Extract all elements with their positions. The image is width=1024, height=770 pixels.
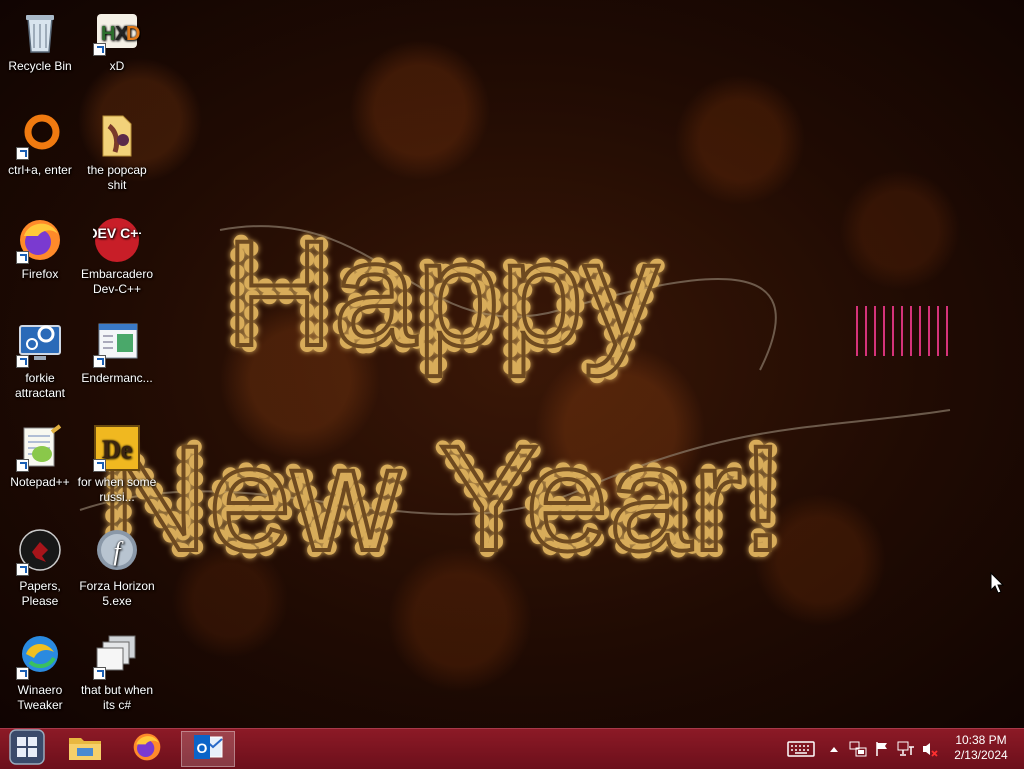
desktop-icon-xd[interactable]: HXD xD — [77, 8, 157, 74]
recycle-bin-icon — [16, 8, 64, 56]
icon-label: forkie attractant — [14, 371, 66, 400]
ring-icon — [16, 112, 64, 160]
icon-label: Forza Horizon 5.exe — [79, 579, 155, 608]
icon-label: Endermanc... — [81, 371, 153, 385]
icon-label: Firefox — [21, 267, 59, 281]
clock-time: 10:38 PM — [955, 733, 1007, 747]
folder-icon — [93, 112, 141, 160]
firefox-taskbar-button[interactable] — [120, 731, 174, 767]
desktop-icon-de-app[interactable]: De for when some russi... — [77, 424, 157, 505]
speaker-muted-icon[interactable] — [920, 739, 940, 759]
icon-label: Winaero Tweaker — [17, 683, 63, 712]
shortcut-arrow-icon — [16, 667, 29, 680]
notepad-plus-plus-icon — [16, 424, 64, 472]
shortcut-arrow-icon — [93, 459, 106, 472]
svg-text:H: H — [101, 23, 115, 45]
icon-label: Papers, Please — [19, 579, 61, 608]
papers-please-icon — [16, 528, 64, 576]
shortcut-arrow-icon — [93, 43, 106, 56]
chevron-up-icon[interactable] — [824, 739, 844, 759]
wallpaper-new-year-tube: New Year! — [100, 414, 784, 580]
desktop-icon-that-but-csharp[interactable]: that but when its c# — [77, 632, 157, 713]
settings-monitor-icon — [16, 320, 64, 368]
file-explorer-icon — [67, 732, 103, 767]
shortcut-arrow-icon — [16, 563, 29, 576]
desktop-icon-ctrl-a-enter[interactable]: ctrl+a, enter — [0, 112, 80, 178]
icon-label: the popcap shit — [87, 163, 147, 192]
keyboard-icon[interactable] — [786, 739, 816, 759]
shortcut-arrow-icon — [93, 667, 106, 680]
icon-label: Recycle Bin — [8, 59, 72, 73]
winaero-icon — [16, 632, 64, 680]
icon-label: ctrl+a, enter — [8, 163, 72, 177]
desktop-icon-notepad-plus-plus[interactable]: Notepad++ — [0, 424, 80, 490]
shortcut-arrow-icon — [16, 355, 29, 368]
svg-text:O: O — [197, 740, 208, 756]
firefox-icon — [16, 216, 64, 264]
start-button[interactable] — [0, 728, 54, 770]
shortcut-arrow-icon — [16, 251, 29, 264]
wallpaper-happy-tube: Happy — [225, 209, 659, 377]
clock[interactable]: 10:38 PM 2/13/2024 — [944, 733, 1018, 763]
svg-text:D: D — [126, 23, 140, 45]
desktop[interactable]: Happy Happy New Year! New Year! Recycle … — [0, 0, 1024, 728]
desktop-icon-popcap-folder[interactable]: the popcap shit — [77, 112, 157, 193]
window-app-icon — [93, 320, 141, 368]
svg-text:DEV C++: DEV C++ — [93, 225, 141, 241]
de-app-icon: De — [93, 424, 141, 472]
icon-label: Notepad++ — [10, 475, 70, 489]
flash-icon: f — [93, 528, 141, 576]
desktop-icon-firefox[interactable]: Firefox — [0, 216, 80, 282]
file-explorer-button[interactable] — [58, 731, 112, 767]
hxd-icon: HXD — [93, 8, 141, 56]
icon-label: xD — [109, 59, 125, 73]
desktop-icon-devcpp[interactable]: DEV C++ Embarcadero Dev-C++ — [77, 216, 157, 297]
firefox-icon — [131, 731, 163, 768]
svg-text:De: De — [102, 435, 132, 464]
ethernet-icon[interactable] — [896, 739, 916, 759]
desktop-icon-forza-horizon[interactable]: f Forza Horizon 5.exe — [77, 528, 157, 609]
desktop-icon-endermanch[interactable]: Endermanc... — [77, 320, 157, 386]
shortcut-arrow-icon — [93, 355, 106, 368]
mouse-pointer-icon — [990, 571, 1005, 599]
pink-lines-decoration — [856, 306, 950, 356]
devcpp-icon: DEV C++ — [93, 216, 141, 264]
icon-label: Embarcadero Dev-C++ — [80, 267, 154, 296]
icon-label: that but when its c# — [80, 683, 154, 712]
icon-label: for when some russi... — [77, 475, 157, 504]
desktop-icon-recycle-bin[interactable]: Recycle Bin — [0, 8, 80, 74]
desktop-icon-winaero-tweaker[interactable]: Winaero Tweaker — [0, 632, 80, 713]
wallpaper-greeting: Happy Happy New Year! New Year! — [60, 190, 980, 589]
shortcut-arrow-icon — [16, 459, 29, 472]
taskbar: O 10:38 PM 2/13/2024 — [0, 728, 1024, 769]
network-status-icon[interactable] — [848, 739, 868, 759]
desktop-icon-forkie-attractant[interactable]: forkie attractant — [0, 320, 80, 401]
outlook-icon: O — [192, 733, 224, 766]
action-center-flag-icon[interactable] — [872, 739, 892, 759]
outlook-taskbar-button[interactable]: O — [181, 731, 235, 767]
stacked-windows-icon — [93, 632, 141, 680]
clock-date: 2/13/2024 — [954, 748, 1008, 762]
windows-logo-icon — [7, 728, 47, 770]
shortcut-arrow-icon — [16, 147, 29, 160]
desktop-icon-papers-please[interactable]: Papers, Please — [0, 528, 80, 609]
